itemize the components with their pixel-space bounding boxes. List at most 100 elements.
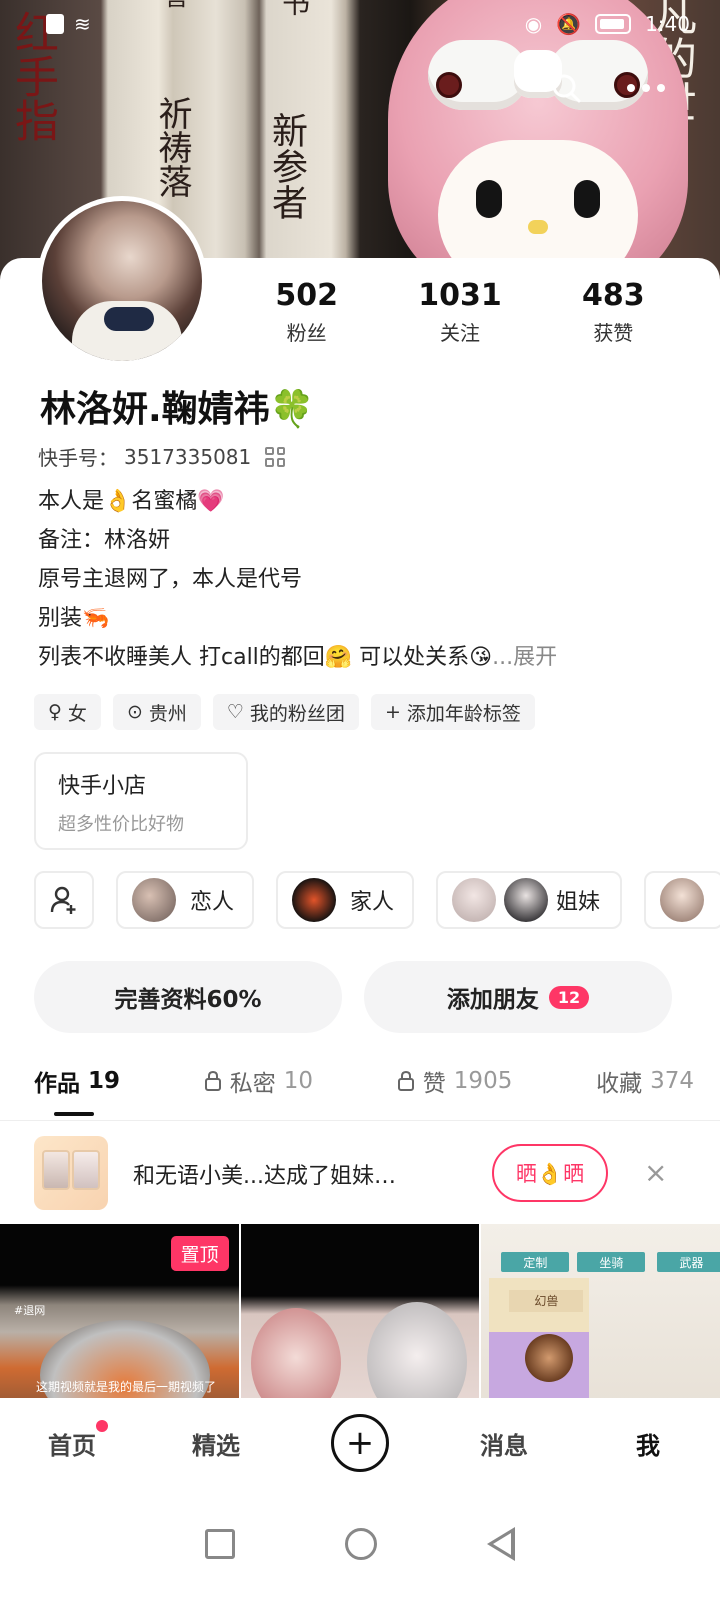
share-button[interactable]: 晒👌晒 <box>492 1144 608 1202</box>
stat-likes[interactable]: 483 获赞 <box>543 278 683 346</box>
nav-label: 首页 <box>48 1431 96 1460</box>
video-thumbnail[interactable]: 定制 坐骑 武器 幻兽 <box>481 1224 720 1404</box>
avatar[interactable] <box>37 196 207 366</box>
shop-subtitle: 超多性价比好物 <box>58 814 184 835</box>
home-icon[interactable] <box>345 1528 377 1560</box>
game-button: 武器 <box>657 1252 720 1272</box>
avatar <box>660 878 704 922</box>
system-nav-bar <box>0 1488 720 1600</box>
video-thumbnail[interactable]: 置顶 #退网 这期视频就是我的最后一期视频了 <box>0 1224 239 1404</box>
recent-apps-icon[interactable] <box>205 1529 235 1559</box>
content-tabs: 作品 19 私密 10 赞 1905 收藏 374 <box>34 1064 694 1098</box>
tab-private[interactable]: 私密 10 <box>204 1064 313 1098</box>
nav-create[interactable]: + <box>310 1414 410 1472</box>
user-id-row[interactable]: 快手号： 3517335081 <box>38 442 286 471</box>
divider <box>0 1120 720 1121</box>
qr-code-icon[interactable] <box>265 446 286 467</box>
stat-label: 获赞 <box>593 321 634 345</box>
stat-value: 483 <box>582 278 645 313</box>
alert-icon <box>46 14 64 34</box>
tab-count: 1905 <box>453 1068 513 1094</box>
profile-name: 林洛妍.鞠婧祎🍀 <box>40 389 315 430</box>
tag-add-age[interactable]: + 添加年龄标签 <box>370 694 535 730</box>
game-label: 幻兽 <box>509 1290 584 1312</box>
tab-label: 收藏 <box>596 1071 643 1097</box>
tag-label: 女 <box>67 702 87 725</box>
relationship-family[interactable]: 家人 <box>276 871 414 929</box>
relationship-lover[interactable]: 恋人 <box>116 871 254 929</box>
stat-label: 关注 <box>439 321 480 345</box>
plus-icon: + <box>331 1414 389 1472</box>
game-button: 定制 <box>501 1252 570 1272</box>
clock: 1:40 <box>645 12 690 36</box>
battery-icon <box>595 14 632 34</box>
unread-dot <box>96 1419 108 1432</box>
nav-featured[interactable]: 精选 <box>166 1426 266 1461</box>
tag-label: 添加年龄标签 <box>406 702 521 725</box>
tab-works[interactable]: 作品 19 <box>34 1064 120 1098</box>
plus-icon: + <box>384 701 401 723</box>
video-caption: 这期视频就是我的最后一期视频了 <box>36 1380 217 1394</box>
lock-icon <box>204 1071 221 1091</box>
status-bar: ≋ ◉ 🔕 1:40 <box>0 0 720 48</box>
tab-label: 作品 <box>34 1071 80 1097</box>
tab-label: 赞 <box>422 1071 446 1097</box>
mute-icon: 🔕 <box>556 12 582 36</box>
profile-stats: 502 粉丝 1031 关注 483 获赞 <box>230 278 690 346</box>
video-thumbnail[interactable] <box>240 1224 480 1404</box>
pinned-badge: 置顶 <box>170 1236 229 1271</box>
stat-value: 502 <box>275 278 338 313</box>
bio-line: 别装🦐 <box>38 606 110 631</box>
tab-liked[interactable]: 赞 1905 <box>397 1064 513 1098</box>
bio-line: 列表不收睡美人 打call的都回🤗 可以处关系😘...展开 <box>38 638 678 677</box>
stat-following[interactable]: 1031 关注 <box>390 278 530 346</box>
tab-favorites[interactable]: 收藏 374 <box>596 1064 694 1098</box>
stat-value: 1031 <box>418 278 502 313</box>
add-relationship-button[interactable] <box>34 871 94 929</box>
relationship-label: 恋人 <box>190 890 235 915</box>
tab-count: 10 <box>283 1068 314 1094</box>
complete-profile-button[interactable]: 完善资料60% <box>34 961 342 1033</box>
action-buttons: 完善资料60% 添加朋友 12 <box>34 961 672 1033</box>
active-tab-indicator <box>54 1112 94 1116</box>
tag-location[interactable]: ⊙ 贵州 <box>112 694 201 730</box>
nav-home[interactable]: 首页 <box>22 1419 122 1461</box>
back-icon[interactable] <box>487 1527 515 1561</box>
tag-fan-club[interactable]: ♡ 我的粉丝团 <box>212 694 359 730</box>
nav-messages[interactable]: 消息 <box>454 1426 554 1461</box>
more-menu-icon[interactable] <box>616 58 676 118</box>
relationship-more[interactable] <box>644 871 720 929</box>
female-icon: ♀ <box>48 701 62 723</box>
achievement-banner[interactable]: 和无语小美...达成了姐妹… 晒👌晒 × <box>0 1122 720 1222</box>
user-id-value: 3517335081 <box>124 444 252 469</box>
tab-label: 私密 <box>229 1071 276 1097</box>
eye-icon: ◉ <box>524 12 543 36</box>
stat-label: 粉丝 <box>286 321 327 345</box>
notification-badge: 12 <box>548 985 590 1009</box>
tab-count: 374 <box>650 1068 694 1094</box>
wifi-icon: ≋ <box>74 12 91 36</box>
avatar <box>132 878 176 922</box>
bio-expand-link[interactable]: ...展开 <box>492 645 557 670</box>
bottom-nav: 首页 精选 + 消息 我 <box>0 1398 720 1488</box>
relationship-label: 家人 <box>350 890 395 915</box>
tab-count: 19 <box>88 1068 121 1094</box>
bio-line: 本人是👌名蜜橘💗 <box>38 489 225 514</box>
nav-me[interactable]: 我 <box>598 1426 698 1461</box>
stat-followers[interactable]: 502 粉丝 <box>237 278 377 346</box>
search-icon[interactable] <box>536 58 596 118</box>
bio-line: 备注：林洛妍 <box>38 528 171 553</box>
bio-line: 原号主退网了，本人是代号 <box>38 567 303 592</box>
tag-gender[interactable]: ♀ 女 <box>34 694 101 730</box>
banner-thumbnail <box>34 1136 108 1210</box>
relationship-sisters[interactable]: 姐妹 <box>436 871 622 929</box>
avatar <box>292 878 336 922</box>
relationship-row: 恋人 家人 姐妹 <box>34 871 720 929</box>
shop-card[interactable]: 快手小店 超多性价比好物 <box>34 752 248 850</box>
close-icon[interactable]: × <box>644 1156 667 1189</box>
profile-bio[interactable]: 本人是👌名蜜橘💗 备注：林洛妍 原号主退网了，本人是代号 别装🦐 列表不收睡美人… <box>38 482 678 677</box>
game-button: 坐骑 <box>577 1252 646 1272</box>
bio-line-text: 列表不收睡美人 打call的都回🤗 可以处关系😘 <box>38 645 493 670</box>
book-spine-text: 祈祷落 <box>152 96 192 198</box>
add-friend-button[interactable]: 添加朋友 12 <box>364 961 672 1033</box>
